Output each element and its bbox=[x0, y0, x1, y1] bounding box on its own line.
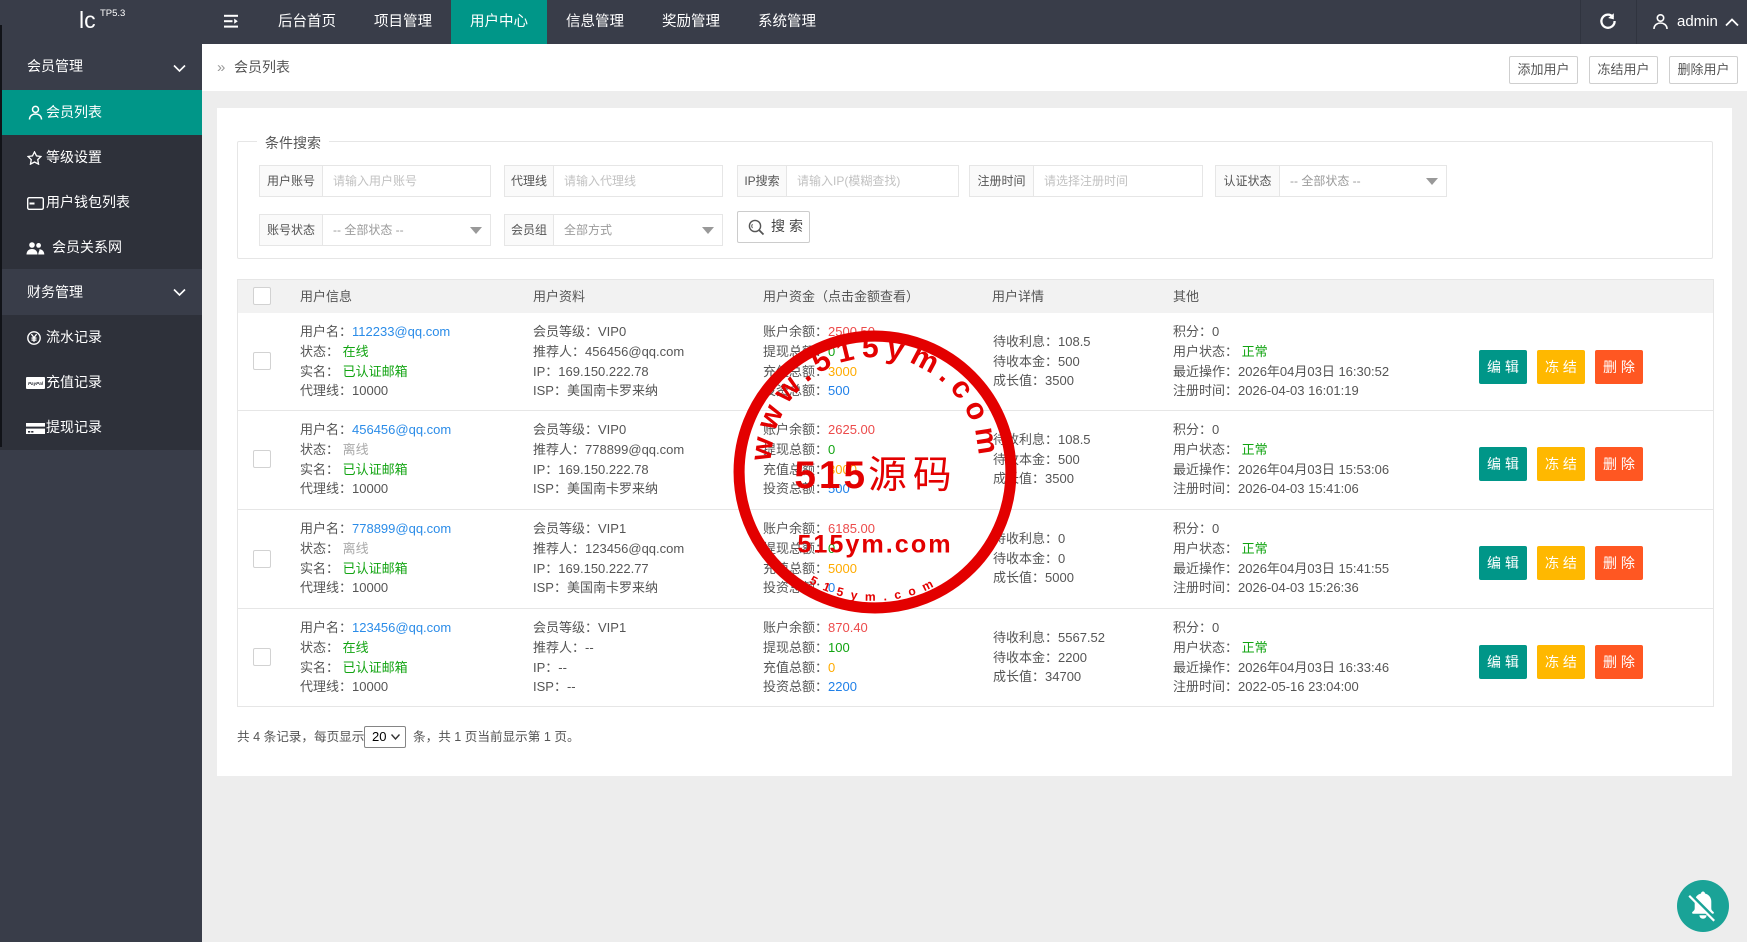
svg-text:515源码: 515源码 bbox=[794, 454, 957, 497]
svg-text:www.515ym.com: www.515ym.com bbox=[744, 331, 1005, 464]
svg-text:515ym.com: 515ym.com bbox=[797, 531, 952, 559]
